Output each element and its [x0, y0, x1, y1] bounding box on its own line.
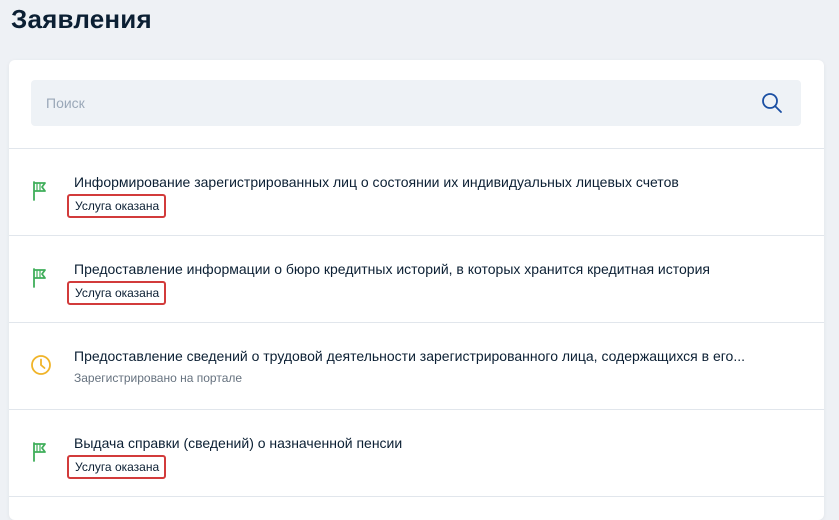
status-badge: Услуга оказана	[67, 281, 167, 305]
flag-icon	[33, 181, 46, 201]
flag-icon	[33, 268, 46, 288]
application-title: Предоставление сведений о трудовой деяте…	[74, 348, 746, 364]
applications-list: Информирование зарегистрированных лиц о …	[9, 148, 824, 497]
application-item[interactable]: Предоставление сведений о трудовой деяте…	[9, 322, 824, 409]
flag-icon	[33, 442, 46, 462]
application-item[interactable]: Предоставление информации о бюро кредитн…	[9, 235, 824, 322]
search-icon[interactable]	[761, 92, 783, 114]
application-title: Выдача справки (сведений) о назначенной …	[74, 435, 403, 451]
search-bar	[31, 80, 801, 126]
application-item[interactable]: Выдача справки (сведений) о назначенной …	[9, 409, 824, 497]
applications-card: Информирование зарегистрированных лиц о …	[9, 60, 824, 520]
application-title: Информирование зарегистрированных лиц о …	[74, 174, 679, 190]
status-badge: Услуга оказана	[67, 455, 167, 479]
application-item[interactable]: Информирование зарегистрированных лиц о …	[9, 148, 824, 235]
page-title: Заявления	[11, 4, 152, 34]
status-badge: Услуга оказана	[67, 194, 167, 218]
clock-icon	[31, 355, 51, 375]
search-input[interactable]	[31, 80, 746, 126]
application-title: Предоставление информации о бюро кредитн…	[74, 261, 710, 277]
status-text: Зарегистрировано на портале	[74, 371, 243, 385]
